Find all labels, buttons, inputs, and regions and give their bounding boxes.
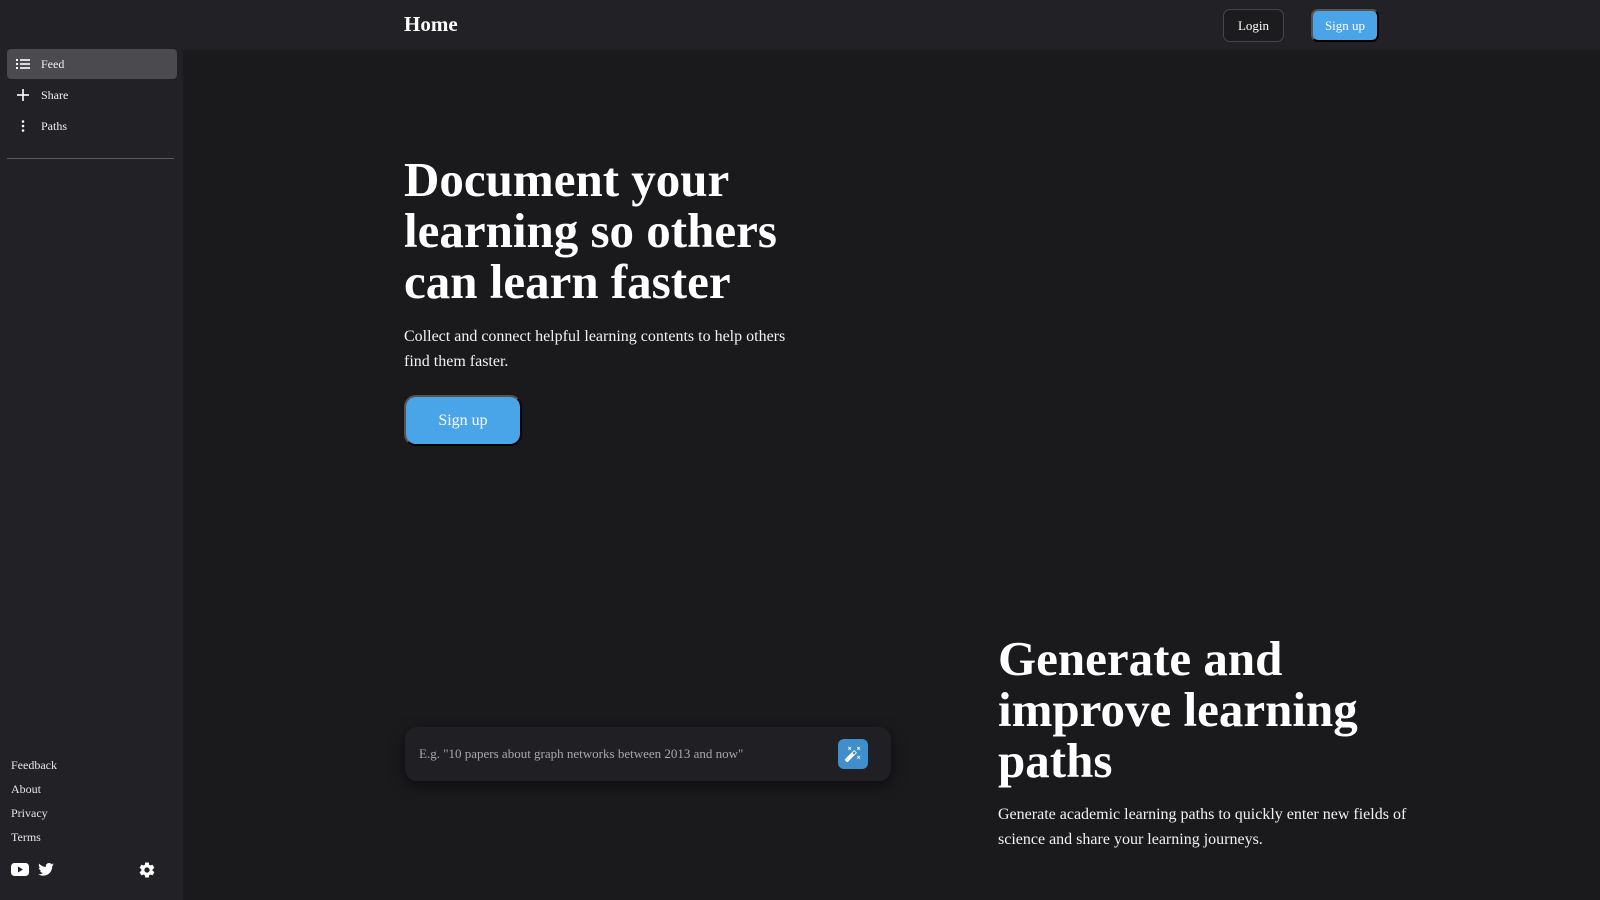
list-icon — [9, 58, 37, 70]
top-bar — [183, 0, 1600, 50]
sidebar-item-label: Paths — [41, 118, 68, 133]
signup-button-hero[interactable]: Sign up — [404, 395, 522, 446]
footer-link-about[interactable]: About — [11, 782, 41, 797]
sidebar-item-label: Share — [41, 87, 69, 102]
footer-link-terms[interactable]: Terms — [11, 830, 41, 845]
gear-icon[interactable] — [138, 861, 156, 879]
page-title: Home — [404, 12, 458, 36]
footer-link-privacy[interactable]: Privacy — [11, 806, 48, 821]
sidebar-item-paths[interactable]: Paths — [7, 111, 177, 141]
hero-subtitle: Collect and connect helpful learning con… — [404, 328, 786, 370]
vertical-dots-icon — [9, 120, 37, 132]
generate-button[interactable] — [838, 739, 868, 769]
sidebar-divider — [7, 158, 174, 159]
footer-link-feedback[interactable]: Feedback — [11, 758, 57, 773]
signup-button-header[interactable]: Sign up — [1311, 9, 1379, 42]
sidebar-item-label: Feed — [41, 56, 65, 71]
section-title: Generate and improve learning paths — [998, 631, 1358, 788]
section-subtitle: Generate academic learning paths to quic… — [998, 806, 1407, 848]
plus-icon — [9, 89, 37, 101]
login-button[interactable]: Login — [1223, 9, 1284, 42]
magic-wand-icon — [844, 745, 862, 763]
sidebar-item-feed[interactable]: Feed — [7, 49, 177, 79]
hero-title: Document your learning so others can lea… — [404, 152, 777, 309]
youtube-icon[interactable] — [11, 862, 29, 876]
sidebar-item-share[interactable]: Share — [7, 80, 177, 110]
twitter-icon[interactable] — [37, 862, 55, 876]
path-generator-box — [405, 727, 891, 781]
path-generator-input[interactable] — [417, 745, 838, 763]
sidebar: Feed Share Paths Feedback About Privacy … — [0, 0, 183, 900]
